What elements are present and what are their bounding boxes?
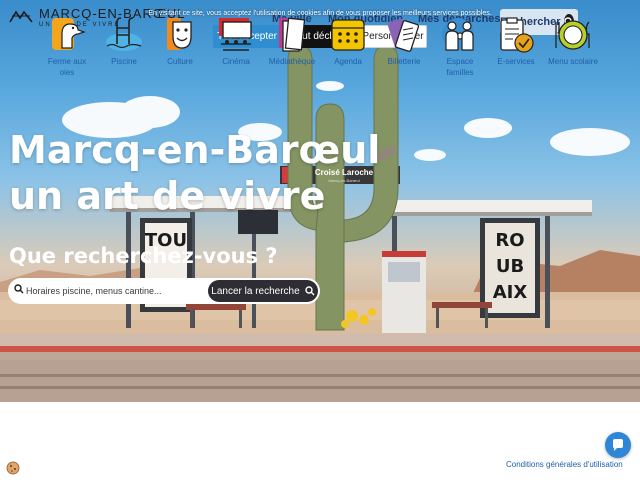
quick-link-label: Médiathèque <box>268 57 316 66</box>
page: TOU RO UB AIX Croisé Laroche Marcq-en-Ba… <box>0 0 640 480</box>
quick-link-label: Espace <box>446 57 474 66</box>
quick-link-label: Ferme aux <box>47 57 87 66</box>
theater-masks-icon <box>167 18 192 50</box>
quick-link-label: Menu scolaire <box>548 57 598 66</box>
quick-link-ferme-aux-oies[interactable]: Ferme aux oies <box>37 16 97 78</box>
quick-link-label: Billetterie <box>387 57 421 66</box>
quick-link-cinema[interactable]: Cinéma <box>206 16 266 67</box>
station-subsign-text: Marcq-en-Barœul <box>328 178 359 183</box>
family-icon <box>442 18 474 51</box>
calendar-icon <box>331 19 365 51</box>
search-icon <box>304 286 315 296</box>
pool-icon <box>106 17 142 51</box>
poster-right-text-3: AIX <box>493 282 528 303</box>
books-icon <box>279 17 306 52</box>
tickets-icon <box>387 18 420 52</box>
quick-link-agenda[interactable]: Agenda <box>318 16 378 67</box>
chat-icon <box>613 439 623 451</box>
quick-link-culture[interactable]: Culture <box>150 16 210 67</box>
hero-title-line2: un art de vivre <box>9 174 326 218</box>
quick-link-label: Agenda <box>334 57 362 66</box>
logo-mark-icon <box>9 10 33 23</box>
plate-cutlery-icon <box>555 20 590 50</box>
quick-link-label: E-services <box>497 57 535 66</box>
search-icon <box>14 284 24 294</box>
launch-search-button[interactable]: Lancer la recherche <box>208 280 318 302</box>
clipboard-check-icon <box>500 17 534 53</box>
poster-right-text-2: UB <box>496 256 524 277</box>
conditions-link[interactable]: Conditions générales d'utilisation <box>506 460 623 469</box>
quick-link-piscine[interactable]: Piscine <box>94 16 154 67</box>
launch-search-label: Lancer la recherche <box>211 285 300 297</box>
hero-question: Que recherchez-vous ? <box>9 244 278 268</box>
goose-icon <box>52 18 86 50</box>
poster-right-text-1: RO <box>495 230 524 251</box>
hero-title-line1: Marcq-en-Barœul <box>9 128 381 172</box>
quick-link-label: Cinéma <box>222 57 250 66</box>
quick-link-billetterie[interactable]: Billetterie <box>374 16 434 67</box>
quick-link-menu-scolaire[interactable]: Menu scolaire <box>543 16 603 67</box>
quick-link-e-services[interactable]: E-services <box>486 16 546 67</box>
hero-search-bar: Lancer la recherche <box>8 278 320 304</box>
quick-link-label: Culture <box>167 57 193 66</box>
hero-search-input[interactable] <box>26 282 206 300</box>
quick-link-label-line2: oies <box>59 68 75 77</box>
quick-link-mediatheque[interactable]: Médiathèque <box>262 16 322 67</box>
cinema-icon <box>219 18 252 51</box>
chat-button[interactable] <box>605 432 631 458</box>
quick-link-label-line2: familles <box>446 68 474 77</box>
cookie-settings-icon[interactable] <box>6 461 20 475</box>
quick-link-label: Piscine <box>111 57 137 66</box>
quick-link-espace-familles[interactable]: Espace familles <box>430 16 490 78</box>
